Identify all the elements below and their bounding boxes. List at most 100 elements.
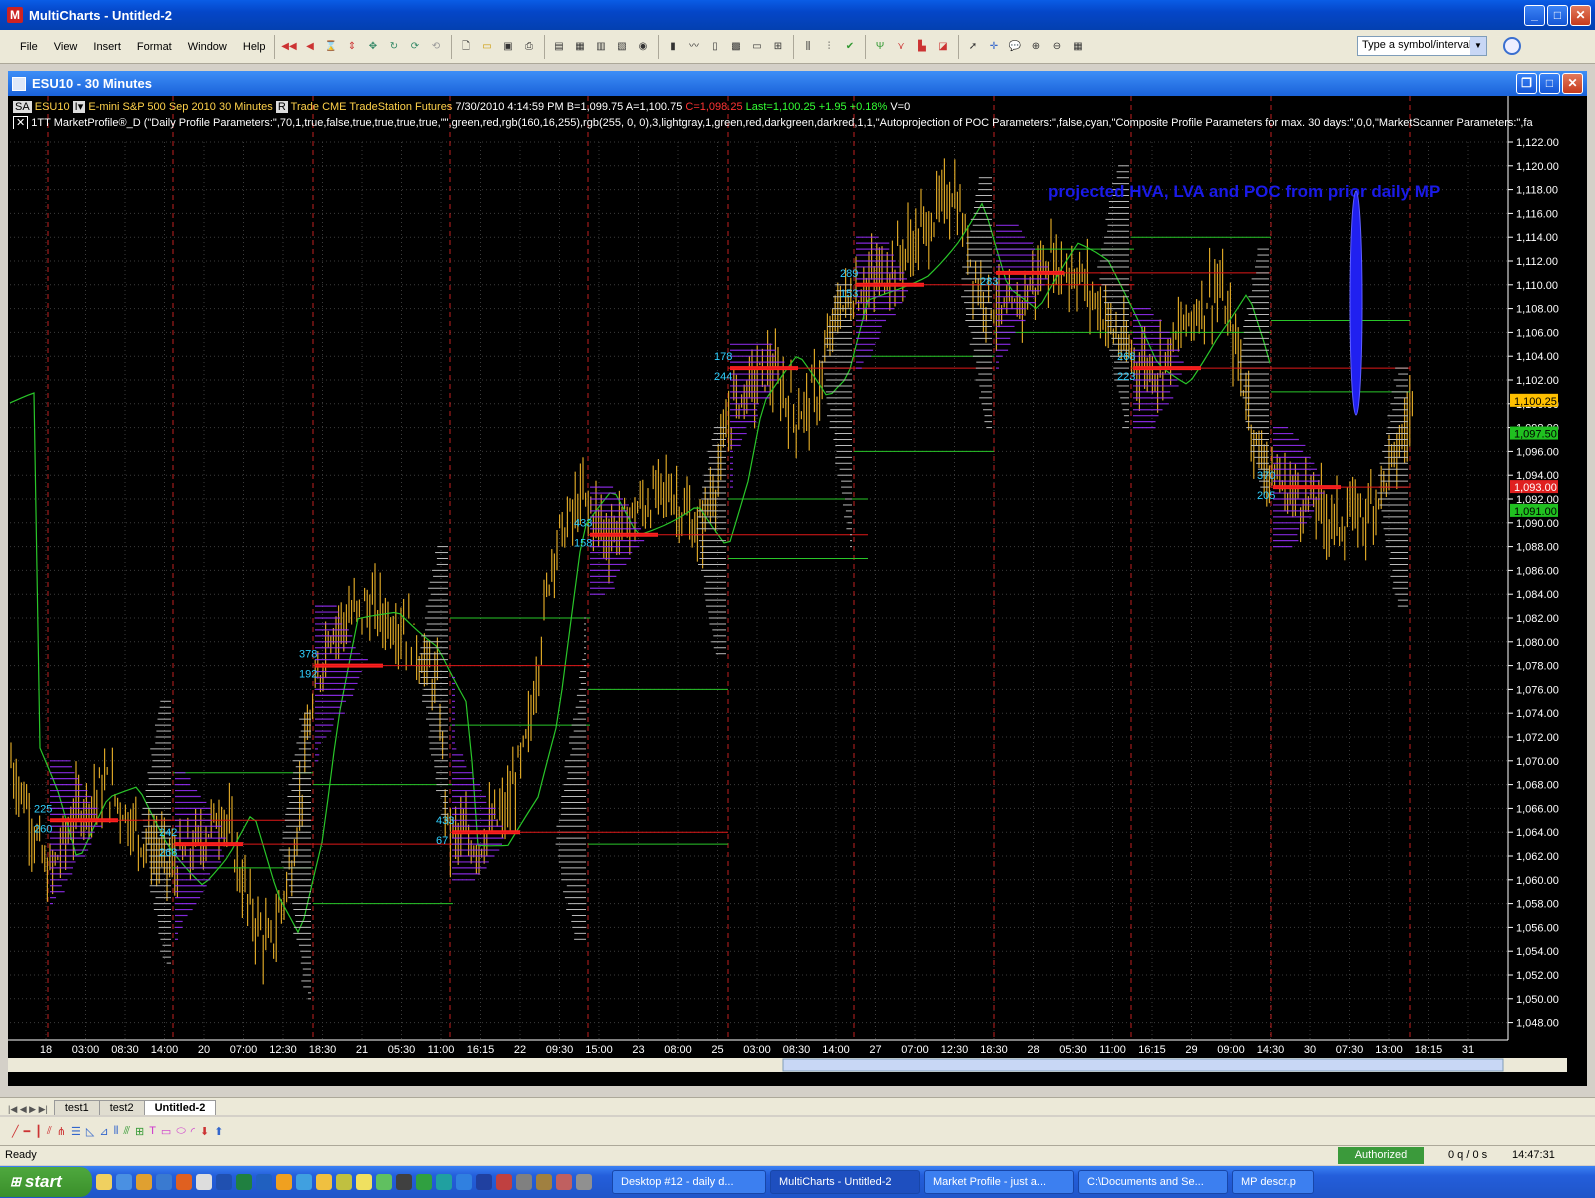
quicklaunch-13-icon[interactable] [416, 1174, 432, 1190]
quicklaunch-6-icon[interactable] [276, 1174, 292, 1190]
quicklaunch-11-icon[interactable] [376, 1174, 392, 1190]
task-documents[interactable]: C:\Documents and Se... [1078, 1170, 1228, 1194]
tab-scroll-icon[interactable]: |◀ ◀ ▶ ▶| [8, 1104, 48, 1115]
new-icon[interactable]: 🗋 [458, 38, 475, 55]
quicklaunch-9-icon[interactable] [336, 1174, 352, 1190]
menu-insert[interactable]: Insert [85, 41, 129, 53]
task-market-profile[interactable]: Market Profile - just a... [924, 1170, 1074, 1194]
menu-format[interactable]: Format [129, 41, 180, 53]
chart-maximize-button[interactable]: □ [1539, 73, 1560, 94]
close-button[interactable]: ✕ [1570, 5, 1591, 26]
zoom-in-icon[interactable]: ⊕ [1028, 38, 1045, 55]
sync-icon[interactable]: ⟲ [428, 38, 445, 55]
quicklaunch-20-icon[interactable] [556, 1174, 572, 1190]
indicator-close-icon[interactable]: ✕ [13, 116, 29, 129]
quicklaunch-15-icon[interactable] [456, 1174, 472, 1190]
comment-icon[interactable]: 💬 [1007, 38, 1024, 55]
arrow-down-icon[interactable]: ⬇ [200, 1125, 209, 1138]
quicklaunch-1-icon[interactable] [96, 1174, 112, 1190]
task-multicharts[interactable]: MultiCharts - Untitled-2 [770, 1170, 920, 1194]
menu-help[interactable]: Help [235, 41, 274, 53]
order-icon[interactable]: ▧ [614, 38, 631, 55]
gann-icon[interactable]: ◺ [86, 1125, 94, 1138]
symbol-dropdown-icon[interactable]: ▼ [1470, 37, 1486, 55]
rewind-icon[interactable]: ◀◀ [281, 38, 298, 55]
arrow-up-icon[interactable]: ⬆ [214, 1125, 223, 1138]
signal-icon[interactable]: ▙ [914, 38, 931, 55]
style-icon[interactable]: ▩ [728, 38, 745, 55]
open-icon[interactable]: ▭ [479, 38, 496, 55]
indicator-icon[interactable]: ⋎ [893, 38, 910, 55]
panel-icon[interactable]: ▦ [1070, 38, 1087, 55]
vline-icon[interactable]: ┃ [35, 1125, 42, 1138]
channel-icon[interactable]: ⫽ [47, 1125, 52, 1138]
ellipse-icon[interactable]: ⬭ [176, 1125, 185, 1138]
crosshair-icon[interactable]: ✛ [986, 38, 1003, 55]
quicklaunch-14-icon[interactable] [436, 1174, 452, 1190]
tab-test1[interactable]: test1 [53, 1100, 100, 1115]
quicklaunch-5-icon[interactable] [216, 1174, 232, 1190]
scanner-icon[interactable]: ▦ [572, 38, 589, 55]
refresh-icon[interactable]: ↻ [386, 38, 403, 55]
status-symbol-icon[interactable]: I▾ [72, 101, 86, 113]
chart-restore-button[interactable]: ❐ [1516, 73, 1537, 94]
reload-icon[interactable]: ⟳ [407, 38, 424, 55]
menu-view[interactable]: View [46, 41, 86, 53]
pointer-icon[interactable]: ➚ [965, 38, 982, 55]
start-button[interactable]: ⊞ start [0, 1167, 92, 1197]
maximize-button[interactable]: □ [1547, 5, 1568, 26]
h-scrollbar-thumb[interactable] [782, 1058, 1504, 1072]
step-back-icon[interactable]: ◀ [302, 38, 319, 55]
hline-icon[interactable]: ━ [24, 1125, 31, 1138]
quicklaunch-12-icon[interactable] [396, 1174, 412, 1190]
quicklaunch-16-icon[interactable] [476, 1174, 492, 1190]
menu-file[interactable]: File [12, 41, 46, 53]
line-chart-icon[interactable]: 〰 [686, 38, 703, 55]
strategy-icon[interactable]: Ψ [872, 38, 889, 55]
zoom-out-icon[interactable]: ⊖ [1049, 38, 1066, 55]
check-icon[interactable]: ✔ [842, 38, 859, 55]
candle-icon[interactable]: ▯ [707, 38, 724, 55]
text-icon[interactable]: T [149, 1125, 156, 1137]
menu-window[interactable]: Window [180, 41, 235, 53]
quicklaunch-10-icon[interactable] [356, 1174, 372, 1190]
grid-icon[interactable]: ⊞ [770, 38, 787, 55]
status-mode[interactable]: SA [13, 101, 32, 113]
fib-icon[interactable]: ☰ [71, 1125, 81, 1138]
quicklaunch-firefox-icon[interactable] [176, 1174, 192, 1190]
quicklaunch-2-icon[interactable] [116, 1174, 132, 1190]
clock-icon[interactable] [1503, 37, 1521, 55]
price-chart[interactable]: 1,122.00 1,120.00 1,118.00 1,116.00 1,114.00… [8, 96, 1587, 1086]
bar-chart-icon[interactable]: ▮ [665, 38, 682, 55]
quicklaunch-8-icon[interactable] [316, 1174, 332, 1190]
quicklaunch-3-icon[interactable] [136, 1174, 152, 1190]
tab-test2[interactable]: test2 [98, 1100, 145, 1115]
speed-icon[interactable]: ⊿ [99, 1125, 108, 1138]
task-mp-descr[interactable]: MP descr.p [1232, 1170, 1314, 1194]
print-icon[interactable]: ⎙ [521, 38, 538, 55]
chart-area[interactable]: 1,122.00 1,120.00 1,118.00 1,116.00 1,114.00… [8, 96, 1587, 1086]
quicklaunch-4-icon[interactable] [196, 1174, 212, 1190]
cycle-icon[interactable]: ⦀ [114, 1125, 119, 1138]
quicklaunch-excel-icon[interactable] [236, 1174, 252, 1190]
quicklaunch-19-icon[interactable] [536, 1174, 552, 1190]
alert-icon[interactable]: ◪ [935, 38, 952, 55]
quicklaunch-7-icon[interactable] [296, 1174, 312, 1190]
quicklaunch-18-icon[interactable] [516, 1174, 532, 1190]
move-icon[interactable]: ✥ [365, 38, 382, 55]
record-icon[interactable]: ◉ [635, 38, 652, 55]
quicklaunch-ie-icon[interactable] [156, 1174, 172, 1190]
chart-window-icon[interactable]: ▤ [551, 38, 568, 55]
regression-icon[interactable]: ⫻ [123, 1125, 130, 1138]
grid-tool-icon[interactable]: ⊞ [135, 1125, 144, 1138]
arc-icon[interactable]: ◜ [191, 1125, 195, 1138]
ticks-icon[interactable]: ⫶ [821, 38, 838, 55]
symbol-input[interactable]: Type a symbol/interval ▼ [1357, 36, 1487, 56]
quicklaunch-21-icon[interactable] [576, 1174, 592, 1190]
quicklaunch-word-icon[interactable] [256, 1174, 272, 1190]
task-desktop[interactable]: Desktop #12 - daily d... [612, 1170, 766, 1194]
status-session[interactable]: R [275, 101, 288, 113]
ohlc-icon[interactable]: ⫼ [800, 38, 817, 55]
rectangle-icon[interactable]: ▭ [161, 1125, 171, 1138]
chart-close-button[interactable]: ✕ [1562, 73, 1583, 94]
